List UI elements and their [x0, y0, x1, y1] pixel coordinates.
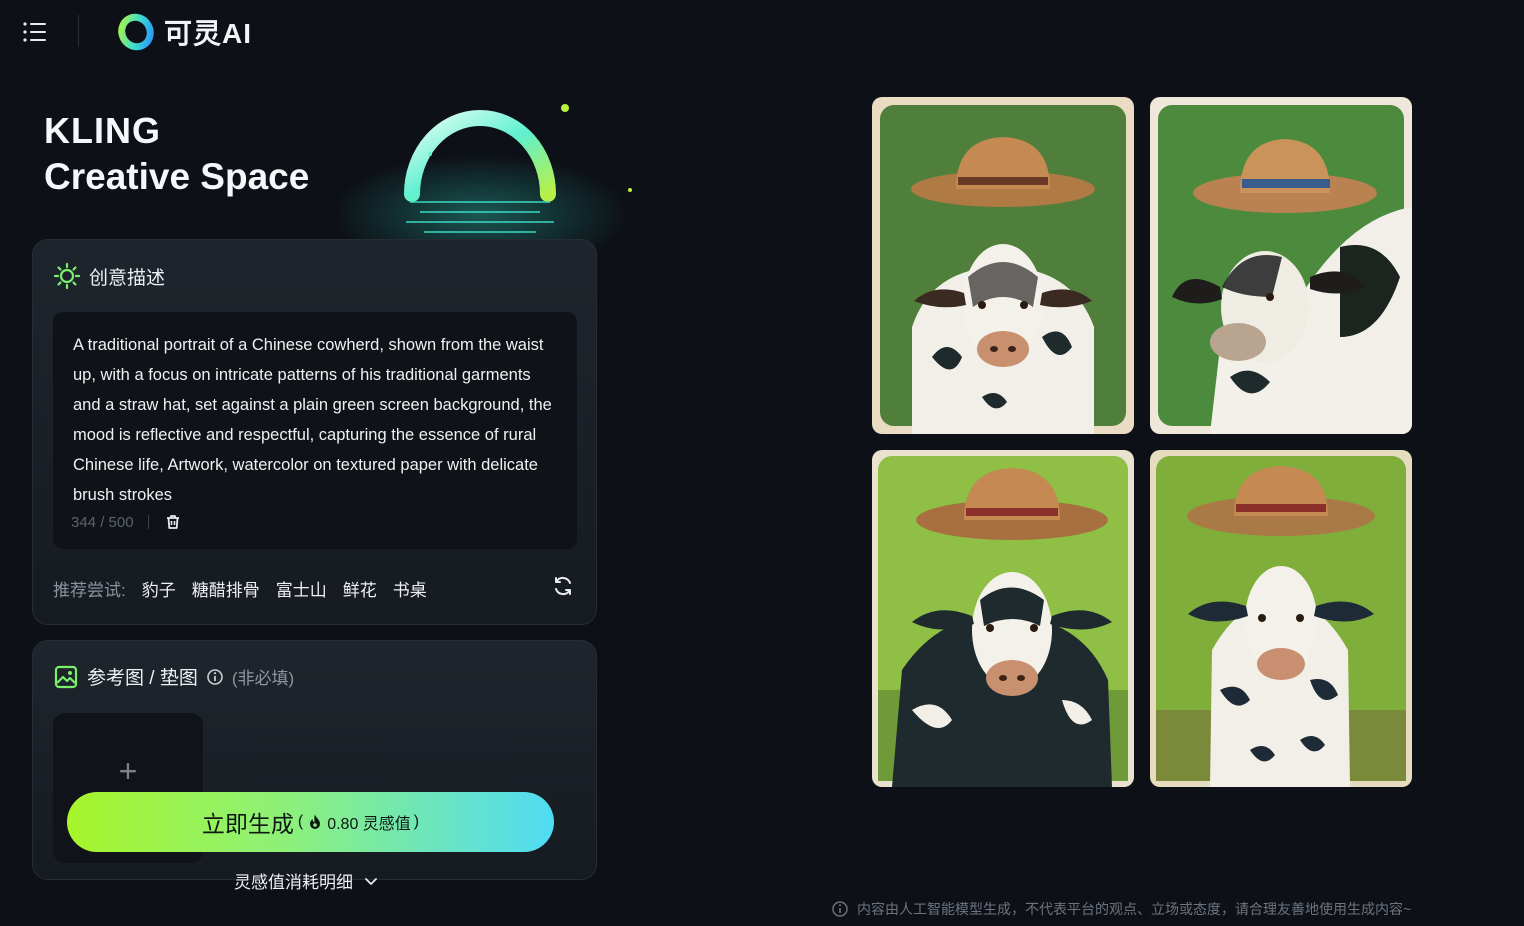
refresh-icon[interactable]	[551, 574, 575, 598]
ai-disclaimer: 内容由人工智能模型生成，不代表平台的观点、立场或态度，请合理友善地使用生成内容~	[831, 899, 1411, 919]
info-icon	[832, 901, 848, 917]
flame-icon	[310, 814, 321, 829]
prompt-textarea[interactable]: A traditional portrait of a Chinese cowh…	[53, 312, 577, 549]
cow-watercolor-image	[872, 450, 1134, 787]
generate-cost: ( 0.80 灵感值 )	[298, 810, 419, 834]
chevron-down-icon	[365, 877, 377, 885]
result-image-1[interactable]	[872, 97, 1134, 434]
prompt-text[interactable]: A traditional portrait of a Chinese cowh…	[73, 330, 553, 510]
prompt-card-header: 创意描述	[53, 262, 165, 290]
suggestion-chip[interactable]: 书桌	[393, 576, 427, 601]
brand-logo[interactable]: 可灵AI	[116, 10, 252, 54]
kling-logo-icon	[118, 13, 154, 51]
cost-paren-open: (	[297, 813, 304, 830]
generate-label: 立即生成	[201, 811, 294, 837]
char-counter: 344 / 500	[71, 513, 134, 531]
cost-value: 0.80 灵感值	[327, 816, 411, 833]
hamburger-menu-icon[interactable]	[22, 20, 48, 44]
suggestion-chip[interactable]: 糖醋排骨	[192, 576, 260, 601]
suggestion-chip[interactable]: 豹子	[142, 576, 176, 601]
prompt-meta: 344 / 500	[71, 512, 183, 532]
sparkle-sun-icon	[53, 262, 81, 290]
hero-title-line1: KLING	[44, 110, 161, 151]
result-image-2[interactable]	[1150, 97, 1412, 434]
disclaimer-text: 内容由人工智能模型生成，不代表平台的观点、立场或态度，请合理友善地使用生成内容~	[857, 901, 1412, 917]
optional-hint: (非必填)	[231, 669, 295, 688]
reference-card-title: 参考图 / 垫图	[87, 668, 198, 689]
brand-name: 可灵AI	[164, 18, 253, 49]
cost-paren-close: )	[413, 813, 420, 830]
result-image-grid	[872, 97, 1412, 787]
hero-banner: KLING Creative Space	[0, 64, 760, 264]
header-divider	[78, 15, 79, 47]
result-image-3[interactable]	[872, 450, 1134, 787]
generate-button[interactable]: 立即生成 ( 0.80 灵感值 )	[67, 792, 554, 852]
cow-watercolor-image	[1150, 450, 1412, 787]
cow-watercolor-image	[872, 97, 1134, 434]
prompt-card-title: 创意描述	[89, 267, 166, 289]
result-image-4[interactable]	[1150, 450, 1412, 787]
suggestion-chip[interactable]: 鲜花	[343, 576, 377, 601]
trash-icon[interactable]	[163, 512, 183, 532]
suggestion-chip[interactable]: 富士山	[276, 576, 327, 601]
suggestions-row: 推荐尝试: 豹子 糖醋排骨 富士山 鲜花 书桌	[53, 576, 427, 601]
meta-divider	[147, 515, 149, 529]
info-icon[interactable]	[206, 668, 224, 686]
prompt-card: 创意描述 A traditional portrait of a Chinese…	[32, 239, 597, 625]
cost-detail-toggle[interactable]: 灵感值消耗明细	[234, 868, 379, 893]
top-bar: 可灵AI	[0, 0, 1524, 64]
cow-watercolor-image	[1150, 97, 1412, 434]
suggest-label: 推荐尝试:	[53, 581, 126, 600]
reference-card-header: 参考图 / 垫图 (非必填)	[53, 663, 294, 690]
image-icon	[54, 665, 78, 688]
cost-detail-label: 灵感值消耗明细	[234, 873, 353, 892]
portal-ring-illustration	[340, 104, 632, 264]
plus-icon: +	[118, 753, 138, 789]
hero-title-line2: Creative Space	[44, 156, 310, 197]
